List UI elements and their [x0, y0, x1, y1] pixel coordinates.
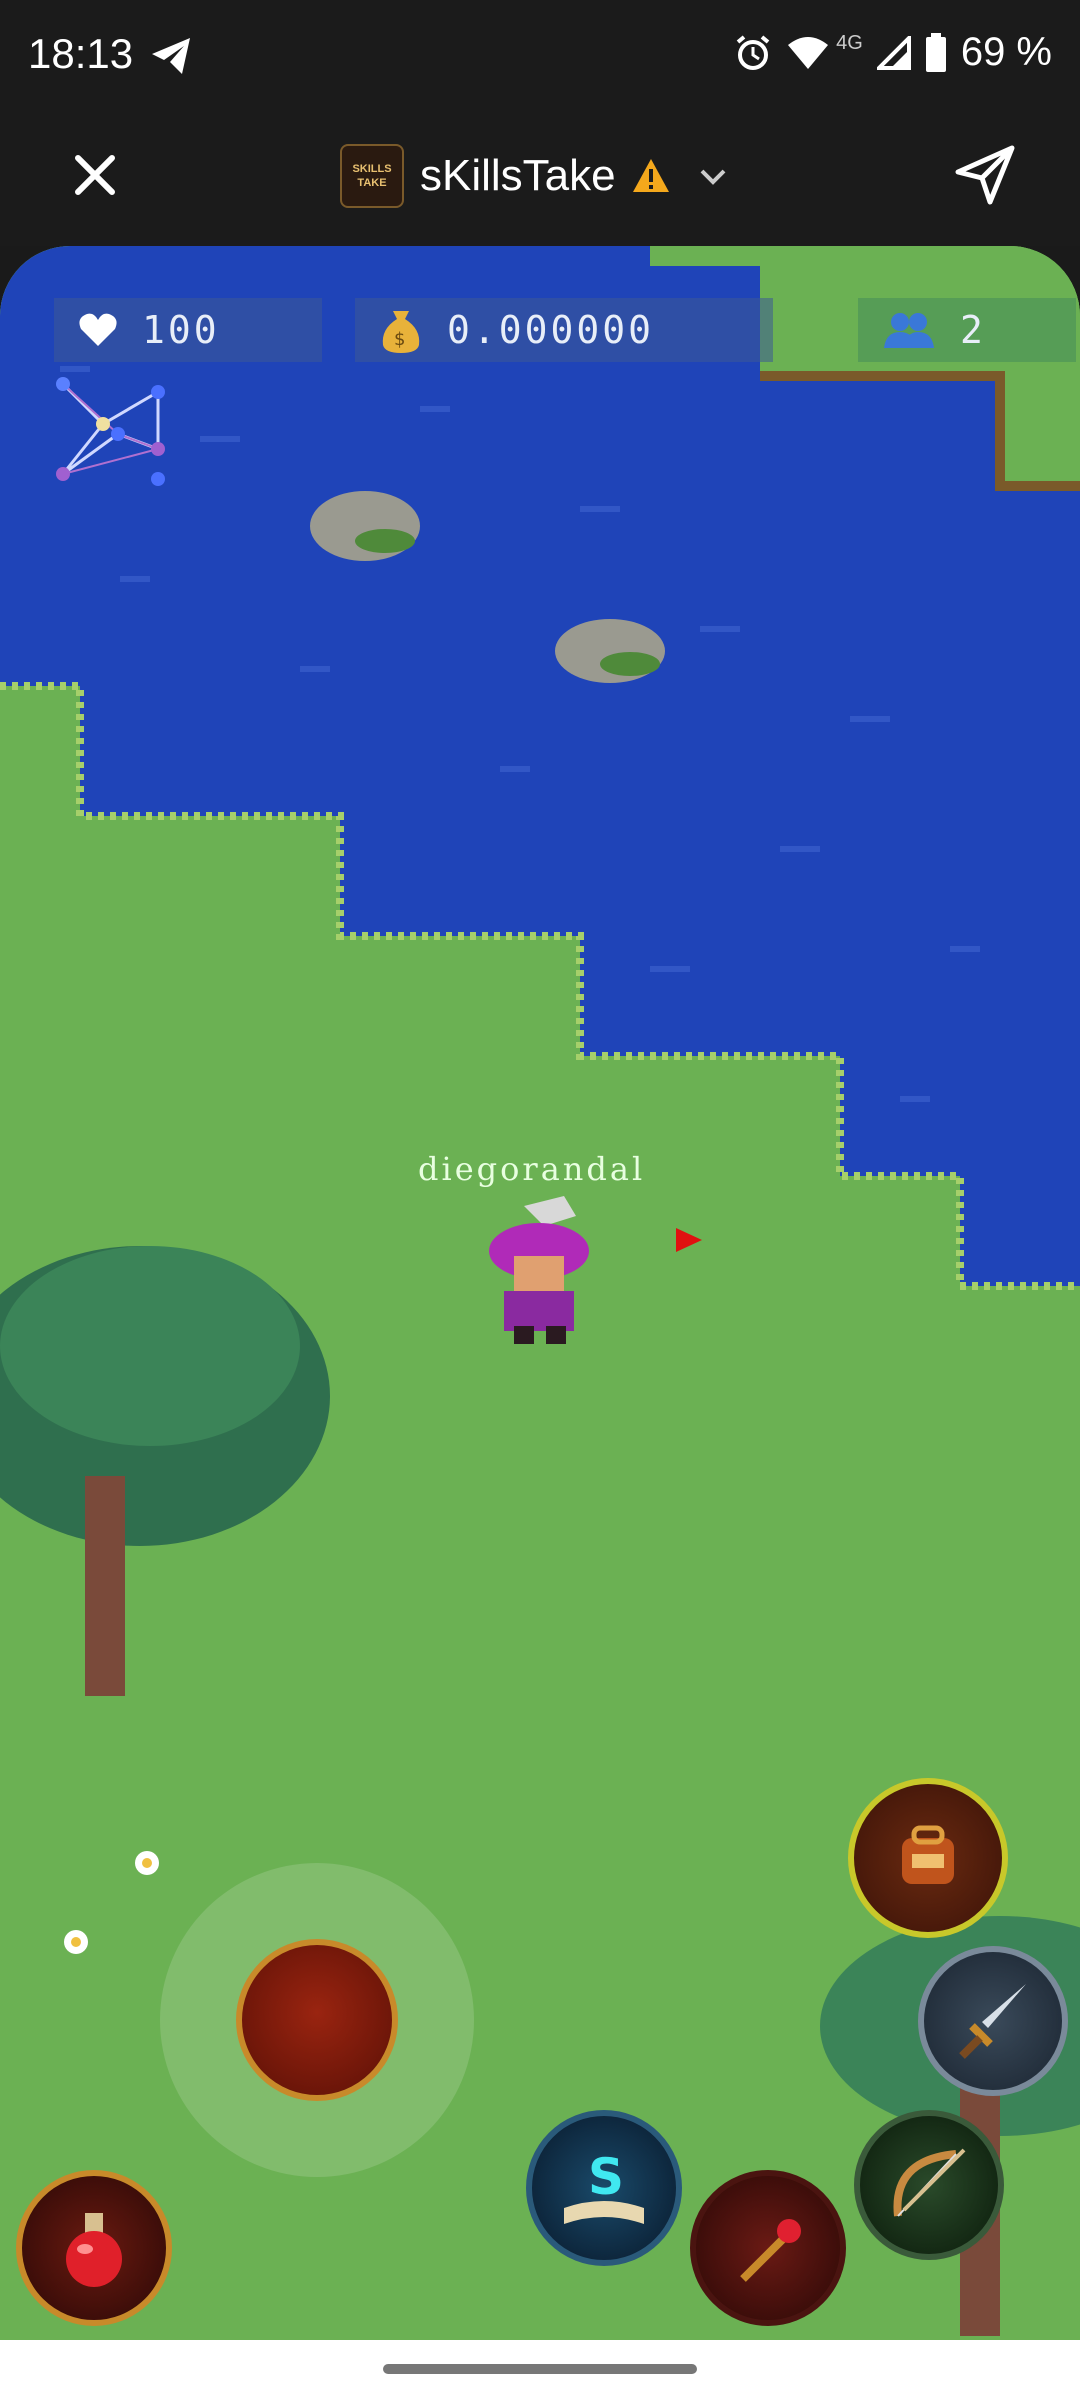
- share-icon[interactable]: [950, 140, 1020, 210]
- battery-level: 69 %: [960, 30, 1052, 74]
- bow-attack-button[interactable]: [854, 2110, 1004, 2260]
- spellbook-button[interactable]: S: [526, 2110, 682, 2266]
- health-value: 100: [142, 308, 220, 352]
- mini-app-header: SKILLS TAKE sKillsTake: [0, 116, 1080, 246]
- status-time: 18:13: [28, 30, 134, 77]
- potion-button[interactable]: [16, 2170, 172, 2326]
- system-nav-bar: [0, 2340, 1080, 2400]
- joystick-knob[interactable]: [236, 1939, 398, 2101]
- money-bag-icon: $: [382, 311, 420, 353]
- wifi-icon: [788, 36, 829, 69]
- players-icon: [884, 313, 934, 348]
- spellbook-icon: S: [564, 2148, 644, 2224]
- game-canvas[interactable]: 100 $ 0.000000 2 diegorandal S: [0, 246, 1080, 2340]
- svg-text:S: S: [588, 2148, 624, 2206]
- sword-attack-button[interactable]: [918, 1946, 1068, 2096]
- gold-display: $ 0.000000: [355, 298, 773, 362]
- battery-icon: [925, 32, 946, 72]
- players-display: 2: [858, 298, 1076, 362]
- chevron-down-icon[interactable]: [696, 159, 730, 193]
- telegram-icon: [152, 38, 190, 74]
- network-type: 4G: [836, 32, 863, 54]
- close-icon[interactable]: [60, 140, 130, 210]
- app-logo: SKILLS TAKE: [340, 144, 404, 208]
- alarm-icon: [736, 34, 770, 70]
- player-character[interactable]: [484, 1196, 594, 1346]
- home-gesture-handle[interactable]: [383, 2364, 697, 2374]
- warning-icon: [632, 159, 669, 192]
- app-title-group[interactable]: SKILLS TAKE sKillsTake: [340, 136, 730, 216]
- app-title: sKillsTake: [420, 151, 616, 200]
- direction-indicator: [676, 1228, 702, 1252]
- bow-icon: [893, 2148, 966, 2217]
- gold-value: 0.000000: [447, 308, 655, 352]
- potion-icon: [66, 2213, 122, 2287]
- sword-icon: [959, 1984, 1026, 2059]
- staff-icon: [740, 2219, 801, 2282]
- health-display: 100: [54, 298, 322, 362]
- backpack-button[interactable]: [848, 1778, 1008, 1938]
- skill-tree-icon[interactable]: [48, 374, 178, 494]
- status-bar: 18:13 4G 69 %: [0, 0, 1080, 116]
- heart-icon: [79, 313, 117, 346]
- player-name-label: diegorandal: [418, 1150, 646, 1188]
- signal-icon: [876, 35, 911, 70]
- backpack-icon: [902, 1825, 954, 1884]
- players-count: 2: [960, 308, 986, 352]
- svg-text:$: $: [394, 329, 408, 350]
- staff-attack-button[interactable]: [690, 2170, 846, 2326]
